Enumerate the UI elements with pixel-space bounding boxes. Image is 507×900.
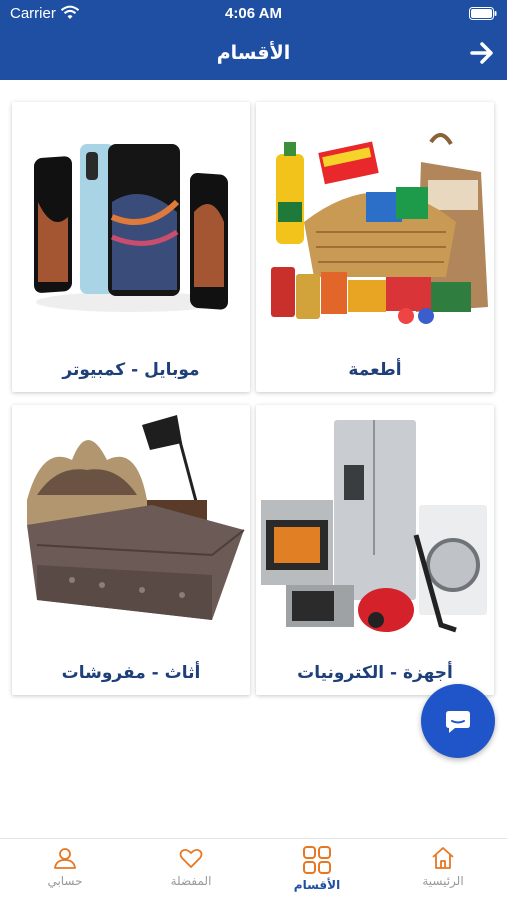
nav-bar: الأقسام [0,28,507,80]
tab-categories[interactable]: الأقسام [262,845,372,895]
tab-home[interactable]: الرئيسية [388,845,498,895]
category-label: أثاث - مفروشات [61,663,201,683]
tab-bar: الرئيسية الأقسام المفضلة حسابي [0,838,507,900]
home-appliances-image [261,420,487,633]
tab-account-label: حسابي [47,874,83,888]
heart-icon [179,848,203,868]
tab-categories-label: الأقسام [293,878,341,892]
category-card-mobile[interactable]: موبايل - كمبيوتر [12,102,250,392]
tab-favorites[interactable]: المفضلة [136,845,246,895]
home-icon [432,847,454,869]
groceries-image [271,133,488,324]
status-time: 4:06 AM [225,5,282,22]
category-card-furniture[interactable]: أثاث - مفروشات [12,405,250,695]
category-label: أطعمة [348,360,402,380]
arrow-right-icon [470,42,493,64]
tab-favorites-label: المفضلة [170,874,212,888]
category-label: موبايل - كمبيوتر [62,360,200,380]
category-card-food[interactable]: أطعمة [256,102,494,392]
grid-icon [303,846,331,874]
category-card-appliances[interactable]: أجهزة - الكترونيات [256,405,494,695]
tab-home-label: الرئيسية [422,874,464,888]
user-icon [54,848,76,869]
chat-button[interactable] [421,684,495,758]
back-button[interactable] [469,40,495,66]
tab-account[interactable]: حسابي [10,845,120,895]
battery-icon [469,7,497,20]
category-label: أجهزة - الكترونيات [297,663,453,683]
status-bar: Carrier 4:06 AM [0,0,507,28]
mobile-phones-image [34,144,228,312]
bed-furniture-image [27,415,245,620]
page-title: الأقسام [216,42,291,64]
chat-bubble-icon [446,711,470,733]
